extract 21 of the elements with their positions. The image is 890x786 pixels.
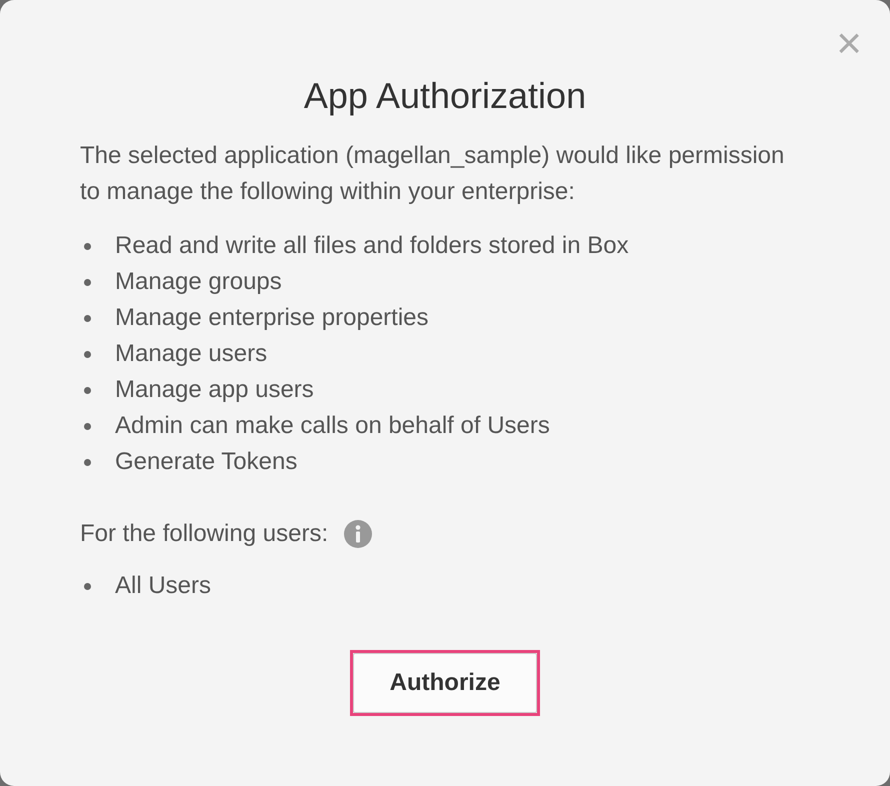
user-scope-item: All Users bbox=[115, 571, 212, 601]
bullet-icon bbox=[84, 351, 91, 358]
info-icon[interactable] bbox=[344, 520, 372, 548]
bullet-icon bbox=[84, 315, 91, 322]
bullet-icon bbox=[84, 423, 91, 430]
intro-text: The selected application (magellan_sample) would like permission to manage the following within your enterprise: bbox=[80, 141, 786, 207]
bullet-icon bbox=[84, 583, 91, 590]
permission-item: Manage enterprise properties bbox=[115, 303, 429, 333]
permission-item: Manage groups bbox=[115, 267, 282, 297]
users-label: For the following users: bbox=[80, 519, 328, 549]
permission-item: Admin can make calls on behalf of Users bbox=[115, 411, 550, 441]
bullet-icon bbox=[84, 279, 91, 286]
authorize-button[interactable]: Authorize bbox=[353, 653, 537, 713]
bullet-icon bbox=[84, 243, 91, 250]
permission-item: Manage users bbox=[115, 339, 268, 369]
dialog-title: App Authorization bbox=[302, 74, 588, 118]
bullet-icon bbox=[84, 459, 91, 466]
permission-item: Read and write all files and folders stored in Box bbox=[115, 231, 629, 261]
permission-item: Manage app users bbox=[115, 375, 314, 405]
permission-item: Generate Tokens bbox=[115, 447, 298, 477]
bullet-icon bbox=[84, 387, 91, 394]
